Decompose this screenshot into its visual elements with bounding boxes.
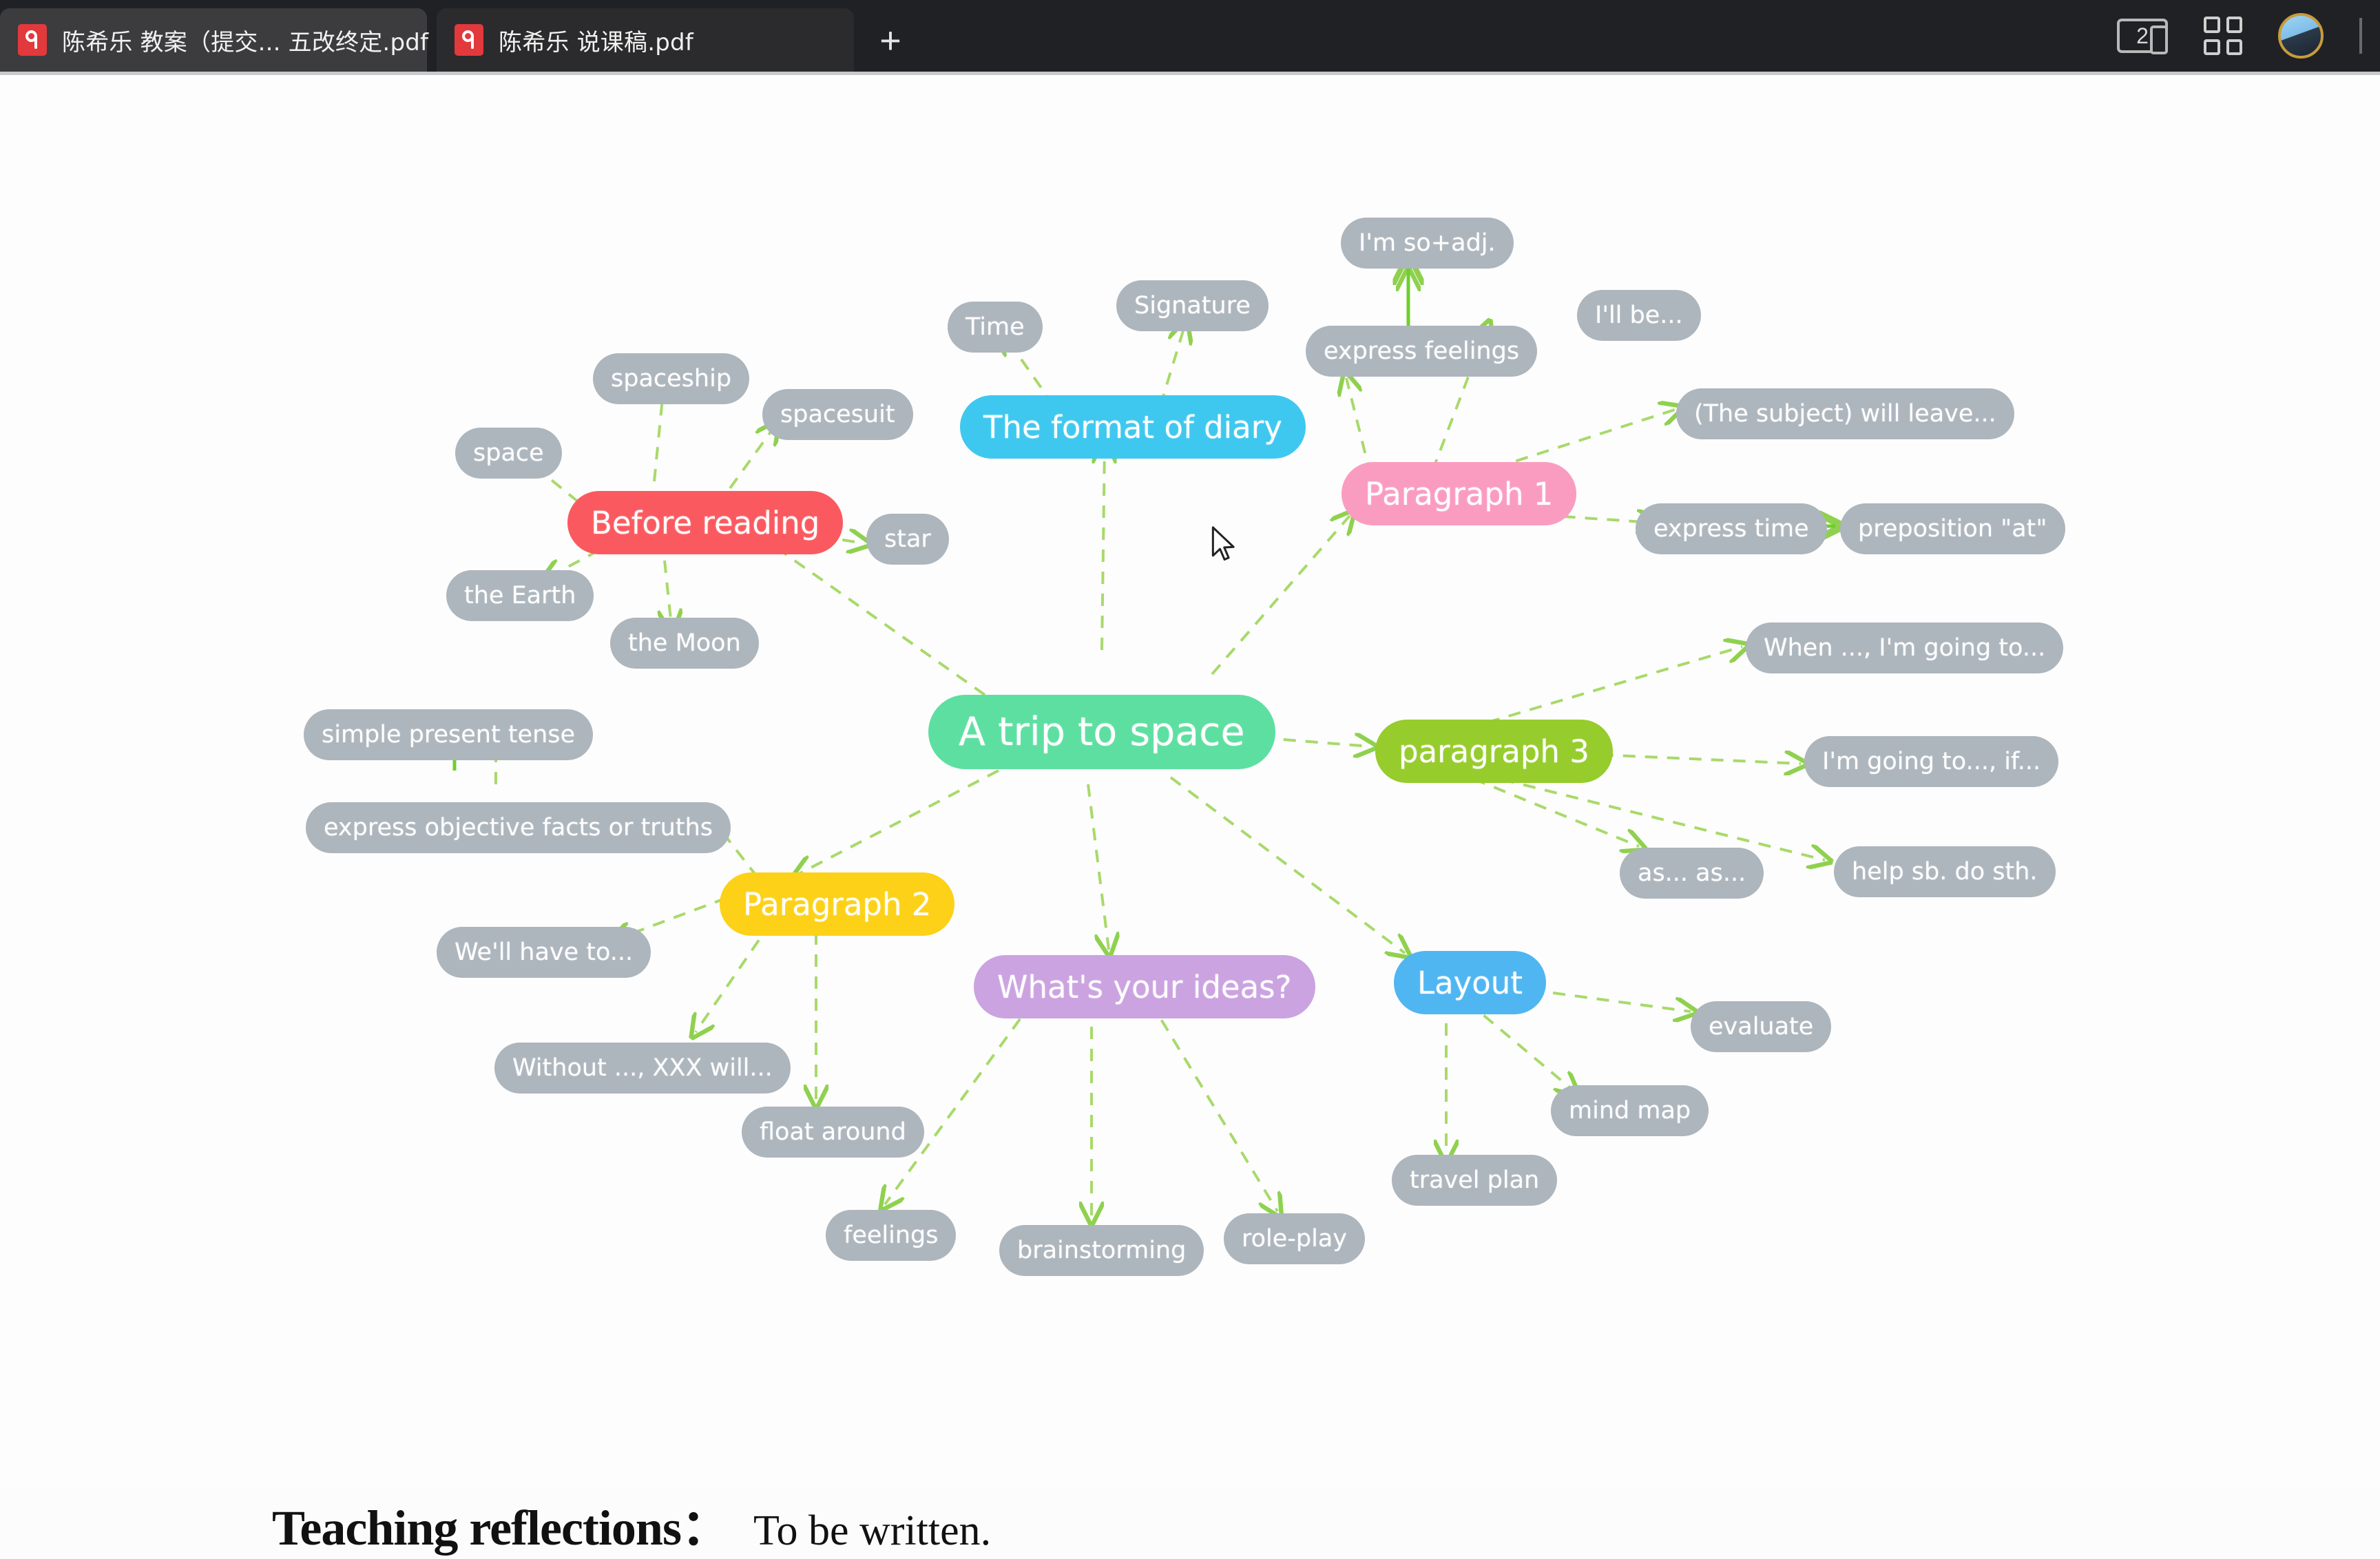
mindmap-node-paragraph-1[interactable]: Paragraph 1	[1342, 462, 1577, 525]
new-tab-button[interactable]: +	[869, 21, 912, 63]
reflections-label: Teaching reflections：	[272, 1500, 731, 1556]
mindmap-node-spaceship[interactable]: spaceship	[593, 353, 750, 404]
reflections-value: To be written.	[753, 1507, 992, 1554]
mindmap-node-express-time[interactable]: express time	[1636, 503, 1827, 554]
mindmap-node-whats-your-ideas[interactable]: What's your ideas?	[974, 955, 1315, 1018]
mindmap-node-im-so-adj[interactable]: I'm so+adj.	[1341, 218, 1514, 269]
mindmap-node-ill-be[interactable]: I'll be...	[1577, 290, 1701, 341]
mindmap-node-feelings[interactable]: feelings	[826, 1210, 957, 1261]
pdf-icon	[18, 24, 47, 56]
browser-chrome: 陈希乐 教案（提交... 五改终定.pdf ✕ 陈希乐 说课稿.pdf + 2	[0, 0, 2380, 72]
mindmap-node-paragraph-2[interactable]: Paragraph 2	[720, 872, 955, 936]
grid-cell	[2204, 17, 2220, 33]
browser-tab-2[interactable]: 陈希乐 说课稿.pdf	[437, 8, 854, 72]
pdf-page: A trip to space Before reading space spa…	[0, 75, 2380, 1556]
mindmap-node-brainstorming[interactable]: brainstorming	[999, 1225, 1204, 1276]
mindmap-node-when-im-going-to[interactable]: When ..., I'm going to...	[1746, 622, 2064, 673]
mindmap-node-subject-will-leave[interactable]: (The subject) will leave...	[1676, 388, 2014, 439]
mindmap-node-signature[interactable]: Signature	[1116, 280, 1269, 331]
mindmap-node-the-earth[interactable]: the Earth	[446, 570, 594, 621]
mindmap-node-root[interactable]: A trip to space	[928, 695, 1275, 769]
mindmap-node-paragraph-3[interactable]: paragraph 3	[1375, 720, 1613, 783]
grid-cell	[2226, 39, 2242, 55]
mindmap-node-float-around[interactable]: float around	[742, 1107, 924, 1158]
mindmap-node-well-have-to[interactable]: We'll have to...	[437, 927, 651, 978]
mindmap-node-format-of-diary[interactable]: The format of diary	[960, 395, 1306, 459]
mindmap-node-the-moon[interactable]: the Moon	[610, 618, 759, 669]
mindmap-node-simple-present-tense[interactable]: simple present tense	[304, 709, 594, 760]
mindmap-node-star[interactable]: star	[866, 514, 949, 565]
mindmap-node-mind-map[interactable]: mind map	[1551, 1085, 1709, 1136]
mindmap-node-as-as[interactable]: as... as...	[1620, 848, 1764, 899]
browser-tab-1[interactable]: 陈希乐 教案（提交... 五改终定.pdf ✕	[0, 8, 471, 72]
tab-count-badge[interactable]: 2	[2117, 19, 2168, 54]
mindmap-node-evaluate[interactable]: evaluate	[1691, 1001, 1832, 1052]
mindmap-node-space[interactable]: space	[455, 428, 562, 479]
browser-tab-1-title: 陈希乐 教案（提交... 五改终定.pdf	[62, 28, 429, 56]
mindmap-node-time[interactable]: Time	[948, 302, 1043, 353]
toolbar-divider	[2359, 18, 2362, 54]
mindmap-node-im-going-to-if[interactable]: I'm going to..., if...	[1804, 736, 2059, 787]
mouse-cursor	[1211, 526, 1235, 561]
grid-cell	[2204, 39, 2220, 55]
mindmap-node-spacesuit[interactable]: spacesuit	[762, 389, 913, 440]
teaching-reflections: Teaching reflections： To be written.	[272, 1487, 991, 1559]
tab-strip: 陈希乐 教案（提交... 五改终定.pdf ✕ 陈希乐 说课稿.pdf +	[0, 0, 2380, 72]
user-avatar[interactable]	[2278, 13, 2324, 59]
mindmap-node-without-xxx-will[interactable]: Without ..., XXX will...	[494, 1043, 791, 1094]
mindmap-node-travel-plan[interactable]: travel plan	[1392, 1155, 1558, 1206]
mindmap-node-layout[interactable]: Layout	[1394, 951, 1546, 1014]
mindmap-node-express-objective-facts[interactable]: express objective facts or truths	[306, 802, 731, 853]
mindmap-node-express-feelings[interactable]: express feelings	[1306, 326, 1538, 377]
mind-map: A trip to space Before reading space spa…	[0, 75, 2380, 1315]
pdf-icon	[455, 24, 483, 56]
tab-grid-icon[interactable]	[2204, 17, 2242, 55]
grid-cell	[2226, 17, 2242, 33]
mindmap-node-preposition-at[interactable]: preposition "at"	[1840, 503, 2065, 554]
browser-tab-2-title: 陈希乐 说课稿.pdf	[499, 28, 693, 56]
mindmap-node-before-reading[interactable]: Before reading	[567, 491, 844, 554]
mindmap-node-help-sb-do-sth[interactable]: help sb. do sth.	[1834, 846, 2056, 897]
mindmap-node-role-play[interactable]: role-play	[1224, 1213, 1366, 1264]
chrome-toolbar-right: 2	[2117, 0, 2380, 72]
